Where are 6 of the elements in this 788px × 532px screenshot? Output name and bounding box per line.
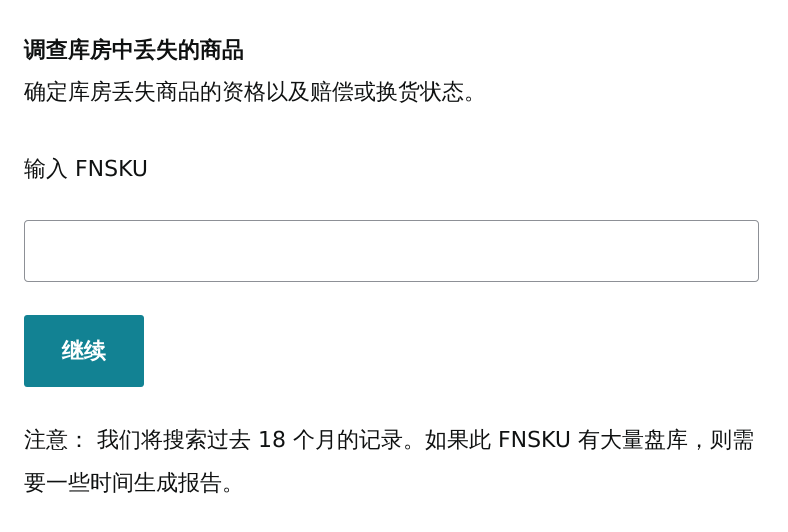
page-heading: 调查库房中丢失的商品 — [24, 36, 244, 65]
continue-button[interactable]: 继续 — [24, 315, 144, 387]
field-label: 输入 FNSKU — [24, 156, 148, 184]
fnsku-input-field[interactable] — [24, 220, 759, 282]
note-text: 注意： 我们将搜索过去 18 个月的记录。如果此 FNSKU 有大量盘库，则需要一些时间生成报告。 — [24, 427, 755, 498]
page-description: 确定库房丢失商品的资格以及赔偿或换货状态。 — [24, 79, 486, 107]
